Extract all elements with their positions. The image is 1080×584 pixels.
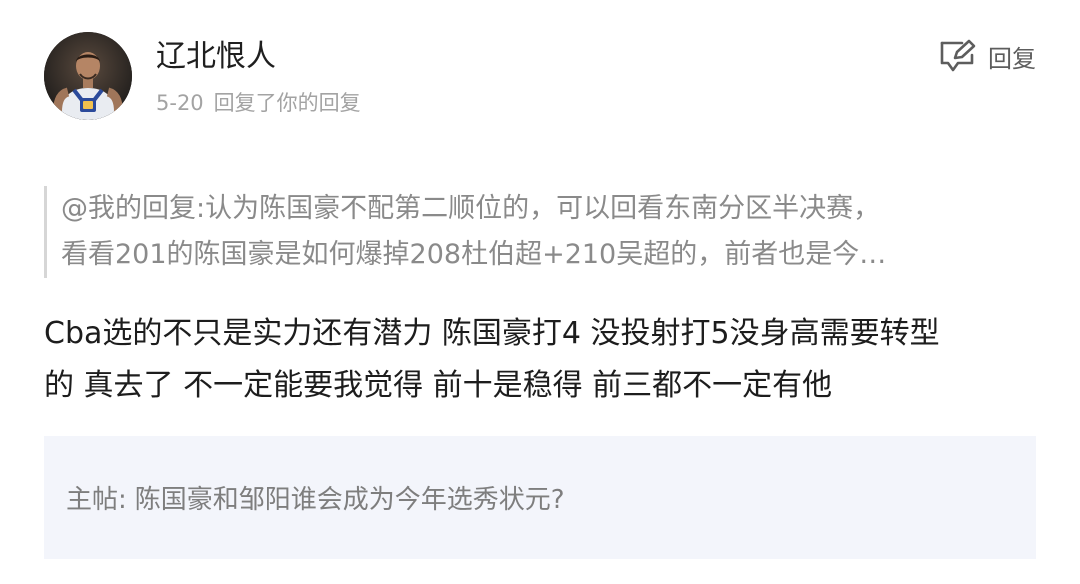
quoted-reply-line-2: 看看201的陈国豪是如何爆掉208杜伯超+210吴超的，前者也是今… <box>61 239 887 270</box>
comment-meta: 5-20 回复了你的回复 <box>156 88 361 118</box>
player-avatar-image <box>44 32 132 120</box>
comment-body-line-2: 的 真去了 不一定能要我觉得 前十是稳得 前三都不一定有他 <box>44 368 833 403</box>
username[interactable]: 辽北恨人 <box>156 38 276 76</box>
main-post-label: 主帖: <box>66 485 127 515</box>
reply-notification-card: 辽北恨人 5-20 回复了你的回复 回复 @我的回复:认为陈国豪不配第二顺位的，可… <box>0 0 1080 584</box>
main-post-link[interactable]: 主帖: 陈国豪和邹阳谁会成为今年选秀状元? <box>44 436 1036 559</box>
comment-action-text: 回复了你的回复 <box>213 91 361 115</box>
comment-body-line-1: Cba选的不只是实力还有潜力 陈国豪打4 没投射打5没身高需要转型 <box>44 316 940 351</box>
reply-button-label: 回复 <box>988 44 1036 73</box>
quoted-reply[interactable]: @我的回复:认为陈国豪不配第二顺位的，可以回看东南分区半决赛， 看看201的陈国… <box>44 186 1036 278</box>
comment-date: 5-20 <box>156 91 204 115</box>
reply-button[interactable]: 回复 <box>938 38 1036 74</box>
edit-reply-icon <box>938 39 978 73</box>
avatar[interactable] <box>44 32 132 120</box>
comment-body: Cba选的不只是实力还有潜力 陈国豪打4 没投射打5没身高需要转型 的 真去了 … <box>44 308 1039 412</box>
main-post-title: 陈国豪和邹阳谁会成为今年选秀状元? <box>134 485 565 515</box>
quoted-reply-line-1: @我的回复:认为陈国豪不配第二顺位的，可以回看东南分区半决赛， <box>61 193 881 224</box>
